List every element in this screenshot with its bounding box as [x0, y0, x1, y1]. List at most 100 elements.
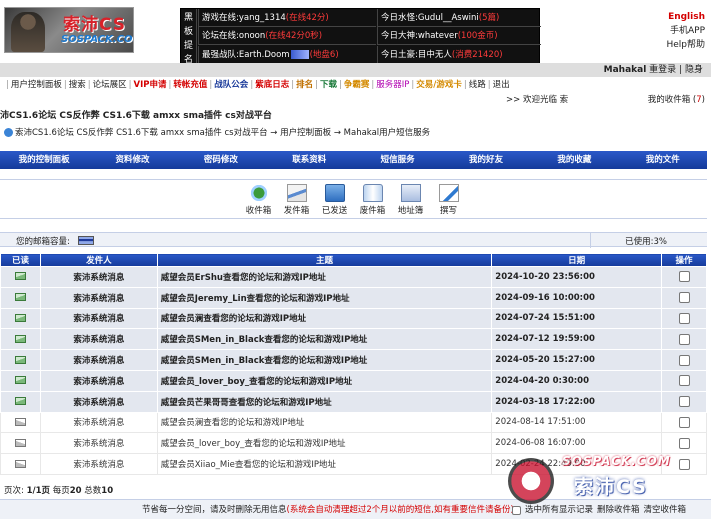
top-right-links: English 手机APP Help帮助	[666, 10, 705, 52]
clear-inbox-button[interactable]: 清空收件箱	[644, 500, 687, 519]
row-checkbox[interactable]	[678, 458, 690, 470]
sender-cell[interactable]: 索沛系统消息	[39, 349, 158, 371]
nav-item[interactable]: 用户控制面板	[11, 80, 62, 90]
nav-item[interactable]: 退出	[493, 80, 510, 90]
home-icon[interactable]	[4, 128, 13, 137]
date-cell: 2024-09-16 10:00:00	[491, 286, 663, 309]
board-entry[interactable]: 今日土豪:目中无人(消费21420)	[377, 46, 541, 64]
subject-link[interactable]: 威望会员澜查看您的论坛和游戏IP地址	[156, 307, 493, 330]
nav-item[interactable]: 下载	[320, 80, 337, 90]
board-entry[interactable]: 游戏在线:yang_1314(在线42分)	[198, 9, 376, 27]
subject-link[interactable]: 威望会员Jeremy_Lin查看您的论坛和游戏IP地址	[156, 286, 493, 309]
board-entry-label: 今日水怪:Gudul__Aswini	[381, 13, 479, 23]
board-entry[interactable]: 今日大神:whatever(100金币)	[377, 27, 541, 45]
tab-item[interactable]: 联系资料	[265, 151, 353, 169]
my-inbox-count: 7	[696, 95, 702, 105]
nav-item[interactable]: VIP申请	[134, 80, 167, 90]
board-entry[interactable]: 最强战队:Earth.Doom (地盘6)	[198, 46, 376, 64]
page-number: 1/1页	[26, 486, 51, 496]
toolbar-button[interactable]: 撰写	[432, 184, 466, 218]
site-logo[interactable]: 索沛CS SOSPACK.COM	[4, 7, 134, 53]
sender-cell[interactable]: 索沛系统消息	[39, 328, 158, 351]
sender-cell[interactable]: 索沛系统消息	[39, 390, 158, 413]
subject-link[interactable]: 威望会员Xiiao_Mie查看您的论坛和游戏IP地址	[156, 453, 493, 475]
my-inbox-link[interactable]: 我的收件箱 (7)	[648, 93, 705, 105]
tab-item[interactable]: 密码修改	[177, 151, 265, 169]
sender-cell[interactable]: 索沛系统消息	[39, 266, 158, 288]
delete-inbox-button[interactable]: 删除收件箱	[597, 500, 640, 519]
row-checkbox[interactable]	[678, 333, 690, 345]
nav-item[interactable]: 紫底日志	[255, 80, 289, 90]
breadcrumb-text[interactable]: 索沛CS1.6论坛 CS反作弊 CS1.6下载 amxx sma插件 cs对战平…	[15, 128, 430, 138]
subject-link[interactable]: 威望会员SMen_in_Black查看您的论坛和游戏IP地址	[156, 349, 493, 371]
tab-item[interactable]: 资料修改	[88, 151, 176, 169]
relogin-link[interactable]: 重登录	[649, 65, 676, 75]
subject-link[interactable]: 威望会员ErShu查看您的论坛和游戏IP地址	[156, 266, 493, 288]
table-row[interactable]: 索沛系统消息 威望会员SMen_in_Black查看您的论坛和游戏IP地址 2024…	[0, 349, 707, 371]
sender-cell[interactable]: 索沛系统消息	[39, 432, 158, 455]
nav-item[interactable]: 论坛展区	[93, 80, 127, 90]
select-all-label[interactable]: 选中所有显示记录	[525, 500, 593, 519]
select-all-checkbox[interactable]	[512, 505, 521, 515]
nav-item[interactable]: 排名	[296, 80, 313, 90]
toolbar-label: 废件箱	[359, 206, 386, 216]
tab-item[interactable]: 我的控制面板	[0, 151, 88, 169]
table-row[interactable]: 索沛系统消息 威望会员Jeremy_Lin查看您的论坛和游戏IP地址 2024-09…	[0, 286, 707, 309]
row-checkbox[interactable]	[678, 292, 690, 304]
toolbar-button[interactable]: 废件箱	[356, 184, 390, 218]
toolbar-button[interactable]: 收件箱	[242, 184, 276, 218]
sender-cell[interactable]: 索沛系统消息	[39, 369, 158, 392]
nav-item[interactable]: 转帐充值	[173, 80, 207, 90]
breadcrumb: 索沛CS1.6论坛 CS反作弊 CS1.6下载 amxx sma插件 cs对战平…	[4, 126, 430, 138]
board-entry[interactable]: 论坛在线:onoon(在线42分0秒)	[198, 27, 376, 45]
table-row[interactable]: 索沛系统消息 威望会员_lover_boy_查看您的论坛和游戏IP地址 2024-0…	[0, 369, 707, 392]
row-checkbox[interactable]	[678, 396, 690, 408]
subject-link[interactable]: 威望会员芒果哥哥查看您的论坛和游戏IP地址	[156, 390, 493, 413]
subject-link[interactable]: 威望会员澜查看您的论坛和游戏IP地址	[156, 411, 493, 434]
table-row[interactable]: 索沛系统消息 威望会员_lover_boy_查看您的论坛和游戏IP地址 2024-0…	[0, 432, 707, 455]
tab-item[interactable]: 我的文件	[619, 151, 707, 169]
row-checkbox[interactable]	[678, 416, 690, 428]
subject-link[interactable]: 威望会员SMen_in_Black查看您的论坛和游戏IP地址	[156, 328, 493, 351]
mobile-app-link[interactable]: 手机APP	[666, 24, 705, 38]
table-row[interactable]: 索沛系统消息 威望会员芒果哥哥查看您的论坛和游戏IP地址 2024-03-18 17…	[0, 390, 707, 413]
tab-item[interactable]: 短信服务	[354, 151, 442, 169]
table-row[interactable]: 索沛系统消息 威望会员澜查看您的论坛和游戏IP地址 2024-07-24 15:51…	[0, 307, 707, 330]
nav-item[interactable]: 服务器IP	[376, 80, 409, 90]
toolbar-button[interactable]: 发件箱	[280, 184, 314, 218]
row-checkbox[interactable]	[678, 375, 690, 387]
row-checkbox[interactable]	[678, 354, 690, 366]
sender-cell[interactable]: 索沛系统消息	[39, 307, 158, 330]
column-header: 已读	[0, 253, 41, 267]
toolbar-button[interactable]: 地址簿	[394, 184, 428, 218]
row-checkbox[interactable]	[678, 437, 690, 449]
nav-item[interactable]: 争霸赛	[344, 80, 370, 90]
row-checkbox[interactable]	[678, 271, 690, 283]
invisible-link[interactable]: 隐身	[685, 65, 703, 75]
username[interactable]: Mahakal	[604, 65, 647, 75]
nav-item[interactable]: 战队公会	[214, 80, 248, 90]
table-row[interactable]: 索沛系统消息 威望会员ErShu查看您的论坛和游戏IP地址 2024-10-20 2…	[0, 266, 707, 288]
nav-item[interactable]: 交易/游戏卡	[416, 80, 462, 90]
nav-item[interactable]: 线路	[469, 80, 486, 90]
compose-icon	[438, 184, 459, 202]
nav-separator: |	[128, 80, 132, 90]
row-checkbox[interactable]	[678, 312, 690, 324]
subject-link[interactable]: 威望会员_lover_boy_查看您的论坛和游戏IP地址	[156, 432, 493, 455]
tab-item[interactable]: 我的收藏	[530, 151, 618, 169]
help-link[interactable]: Help帮助	[666, 38, 705, 52]
board-entry[interactable]: 今日水怪:Gudul__Aswini(5篇)	[377, 9, 541, 27]
toolbar-button[interactable]: 已发送	[318, 184, 352, 218]
blackboard-panel: 黑板提名 游戏在线:yang_1314(在线42分) 今日水怪:Gudul__As…	[180, 8, 541, 65]
sender-cell[interactable]: 索沛系统消息	[39, 411, 158, 434]
english-link[interactable]: English	[666, 10, 705, 24]
subject-link[interactable]: 威望会员_lover_boy_查看您的论坛和游戏IP地址	[156, 369, 493, 392]
nav-item[interactable]: 搜索	[69, 80, 86, 90]
table-row[interactable]: 索沛系统消息 威望会员SMen_in_Black查看您的论坛和游戏IP地址 2024…	[0, 328, 707, 351]
sender-cell[interactable]: 索沛系统消息	[39, 453, 158, 475]
total-label: 总数	[84, 486, 102, 496]
table-row[interactable]: 索沛系统消息 威望会员Xiiao_Mie查看您的论坛和游戏IP地址 2024-02-…	[0, 453, 707, 475]
table-row[interactable]: 索沛系统消息 威望会员澜查看您的论坛和游戏IP地址 2024-08-14 17:51…	[0, 411, 707, 434]
tab-item[interactable]: 我的好友	[442, 151, 530, 169]
sender-cell[interactable]: 索沛系统消息	[39, 286, 158, 309]
